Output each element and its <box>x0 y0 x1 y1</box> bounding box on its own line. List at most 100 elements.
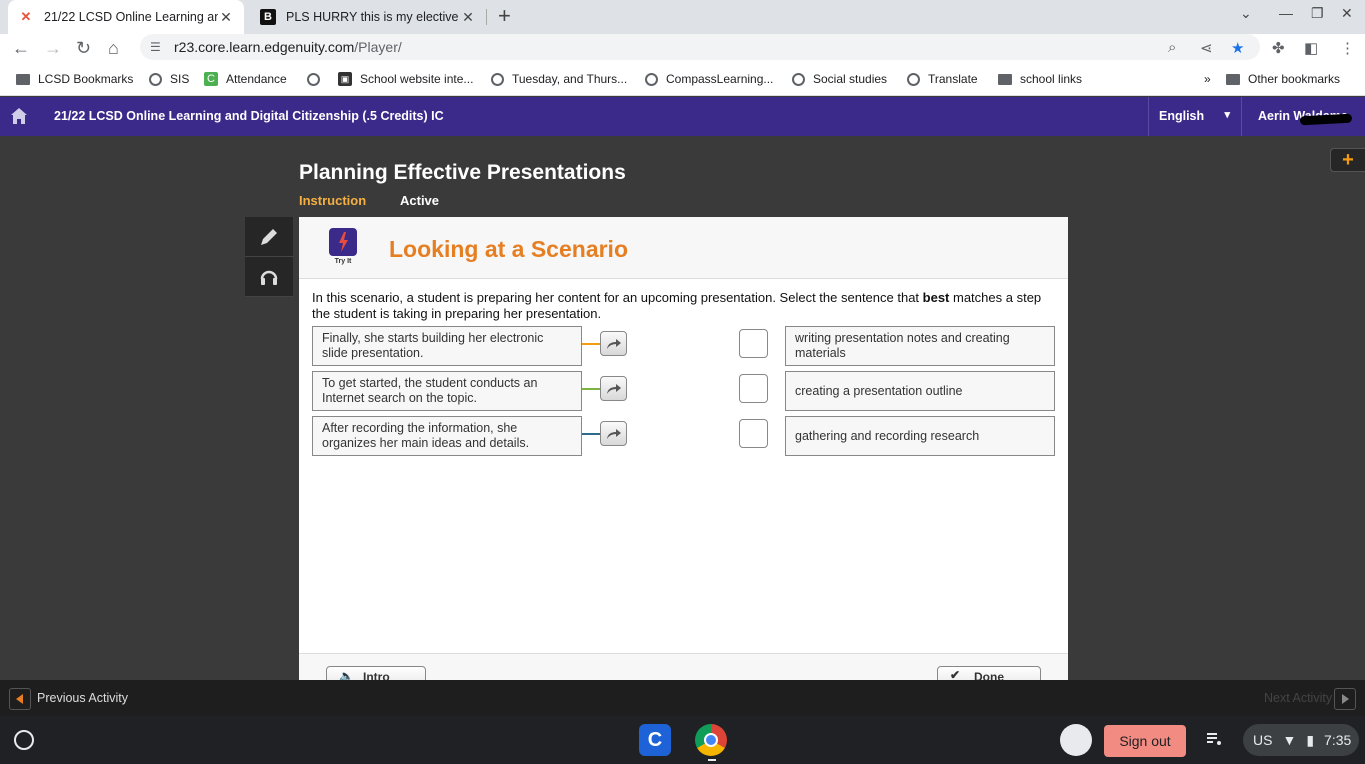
side-panel-icon[interactable]: ◧ <box>1304 39 1318 57</box>
close-tab-icon[interactable]: ✕ <box>218 9 234 26</box>
extensions-icon[interactable]: ✤ <box>1272 39 1285 57</box>
address-bar[interactable]: ☰ r23.core.learn.edgenuity.com/Player/ <box>140 34 1260 60</box>
bookmark-label: CompassLearning... <box>666 72 774 86</box>
url-path: /Player/ <box>354 39 402 55</box>
intro-button[interactable]: 🔈 Intro <box>326 666 426 680</box>
match-arrow-button[interactable] <box>600 376 627 401</box>
home-icon[interactable] <box>10 107 28 125</box>
chrome-app-icon[interactable] <box>695 724 727 756</box>
right-item-text: creating a presentation outline <box>795 383 963 398</box>
chevron-left-icon <box>16 694 23 704</box>
arrow-icon <box>606 383 621 394</box>
tab-instruction[interactable]: Instruction <box>299 193 366 208</box>
other-bookmarks[interactable]: Other bookmarks <box>1226 72 1340 86</box>
more-bookmarks-icon[interactable]: » <box>1204 72 1211 86</box>
previous-activity-button[interactable] <box>9 688 31 710</box>
try-it-icon <box>329 228 357 256</box>
plus-icon[interactable]: + <box>1330 148 1365 172</box>
globe-icon <box>148 72 162 86</box>
bookmark-school-website[interactable]: ▣ School website inte... <box>338 72 473 86</box>
next-activity-button <box>1334 688 1356 710</box>
headphones-icon[interactable] <box>245 257 293 297</box>
prompt-text: In this scenario, a student is preparing… <box>312 290 923 305</box>
launcher-icon[interactable] <box>14 730 34 750</box>
bookmark-label: school links <box>1020 72 1083 86</box>
bookmark-label: Other bookmarks <box>1248 72 1341 86</box>
globe-icon <box>490 72 504 86</box>
right-item-text: gathering and recording research <box>795 428 980 443</box>
new-tab-button[interactable]: + <box>498 3 511 29</box>
back-icon[interactable]: ← <box>12 38 30 59</box>
bookmark-label: School website inte... <box>360 72 474 86</box>
bookmark-globe[interactable] <box>306 72 328 86</box>
language-select[interactable]: English ▾ <box>1148 97 1240 136</box>
next-activity-label: Next Activity <box>1264 691 1333 705</box>
restore-icon[interactable]: ❐ <box>1311 5 1324 22</box>
menu-icon[interactable]: ⋮ <box>1340 39 1355 57</box>
home-icon[interactable]: ⌂ <box>108 38 119 59</box>
pencil-icon[interactable] <box>245 217 293 257</box>
done-label: Done <box>974 670 1004 680</box>
connector-line <box>582 433 600 435</box>
minimize-icon[interactable]: — <box>1279 5 1293 21</box>
right-item: gathering and recording research <box>785 416 1055 456</box>
chevron-right-icon <box>1342 694 1349 704</box>
bookmark-lcsd[interactable]: LCSD Bookmarks <box>16 72 133 86</box>
folder-icon <box>998 72 1012 86</box>
bookmark-social-studies[interactable]: Social studies <box>791 72 887 86</box>
activity-prompt: In this scenario, a student is preparing… <box>312 290 1052 322</box>
right-item: writing presentation notes and creating … <box>785 326 1055 366</box>
bookmark-school-links[interactable]: school links <box>998 72 1082 86</box>
classlink-app-icon[interactable]: C <box>639 724 671 756</box>
left-item-text: To get started, the student conducts an … <box>322 376 538 405</box>
bookmark-star-icon[interactable]: ★ <box>1231 39 1244 57</box>
language-label: English <box>1159 109 1205 123</box>
tab-search-icon[interactable]: ⌄ <box>1240 5 1252 22</box>
match-drop-target[interactable] <box>739 419 768 448</box>
right-item-text: writing presentation notes and creating … <box>795 331 1010 360</box>
speaker-icon: 🔈 <box>339 669 354 680</box>
match-drop-target[interactable] <box>739 329 768 358</box>
browser-toolbar: ← → ↻ ⌂ ☰ r23.core.learn.edgenuity.com/P… <box>0 34 1365 64</box>
match-arrow-button[interactable] <box>600 421 627 446</box>
bookmark-compasslearning[interactable]: CompassLearning... <box>644 72 773 86</box>
sign-out-button[interactable]: Sign out <box>1104 725 1186 757</box>
left-item[interactable]: To get started, the student conducts an … <box>312 371 582 411</box>
browser-tab-edgenuity[interactable]: ✕ 21/22 LCSD Online Learning and ✕ <box>8 0 244 34</box>
course-header: 21/22 LCSD Online Learning and Digital C… <box>0 97 1365 136</box>
match-arrow-button[interactable] <box>600 331 627 356</box>
browser-tab-brainly[interactable]: B PLS HURRY this is my elective cl ✕ <box>250 0 486 34</box>
reload-icon[interactable]: ↻ <box>76 38 91 59</box>
close-window-icon[interactable]: ✕ <box>1341 5 1353 22</box>
bookmark-sis[interactable]: SIS <box>148 72 189 86</box>
playlist-icon[interactable] <box>1205 730 1223 748</box>
previous-activity-label[interactable]: Previous Activity <box>37 691 128 705</box>
activity-panel: Try It Looking at a Scenario In this sce… <box>299 217 1068 680</box>
bookmarks-bar: LCSD Bookmarks SIS C Attendance ▣ School w… <box>0 64 1365 96</box>
close-tab-icon[interactable]: ✕ <box>460 9 476 26</box>
bookmark-attendance[interactable]: C Attendance <box>204 72 287 86</box>
system-tray[interactable]: US ▼ ▮ 7:35 <box>1243 724 1359 756</box>
left-item[interactable]: Finally, she starts building her electro… <box>312 326 582 366</box>
bookmark-translate[interactable]: Translate <box>906 72 978 86</box>
tab-active[interactable]: Active <box>400 193 439 208</box>
tab-separator <box>486 9 487 25</box>
try-it-label: Try It <box>334 258 352 265</box>
done-button[interactable]: ✔ Done <box>937 666 1041 680</box>
folder-icon <box>1226 72 1240 86</box>
zoom-icon[interactable]: ⌕ <box>1168 39 1176 56</box>
forward-icon[interactable]: → <box>44 38 62 59</box>
edgenuity-icon: ✕ <box>20 9 32 24</box>
connector-line <box>582 343 600 345</box>
bookmark-label: Attendance <box>226 72 287 86</box>
bookmark-label: SIS <box>170 72 190 86</box>
share-icon[interactable]: ⋖ <box>1200 39 1213 57</box>
attendance-icon: C <box>204 72 218 86</box>
running-indicator <box>708 759 716 761</box>
bookmark-label: LCSD Bookmarks <box>38 72 134 86</box>
left-item[interactable]: After recording the information, she org… <box>312 416 582 456</box>
match-drop-target[interactable] <box>739 374 768 403</box>
site-info-icon[interactable]: ☰ <box>150 40 164 54</box>
bookmark-tuesday[interactable]: Tuesday, and Thurs... <box>490 72 627 86</box>
user-avatar[interactable] <box>1060 724 1092 756</box>
